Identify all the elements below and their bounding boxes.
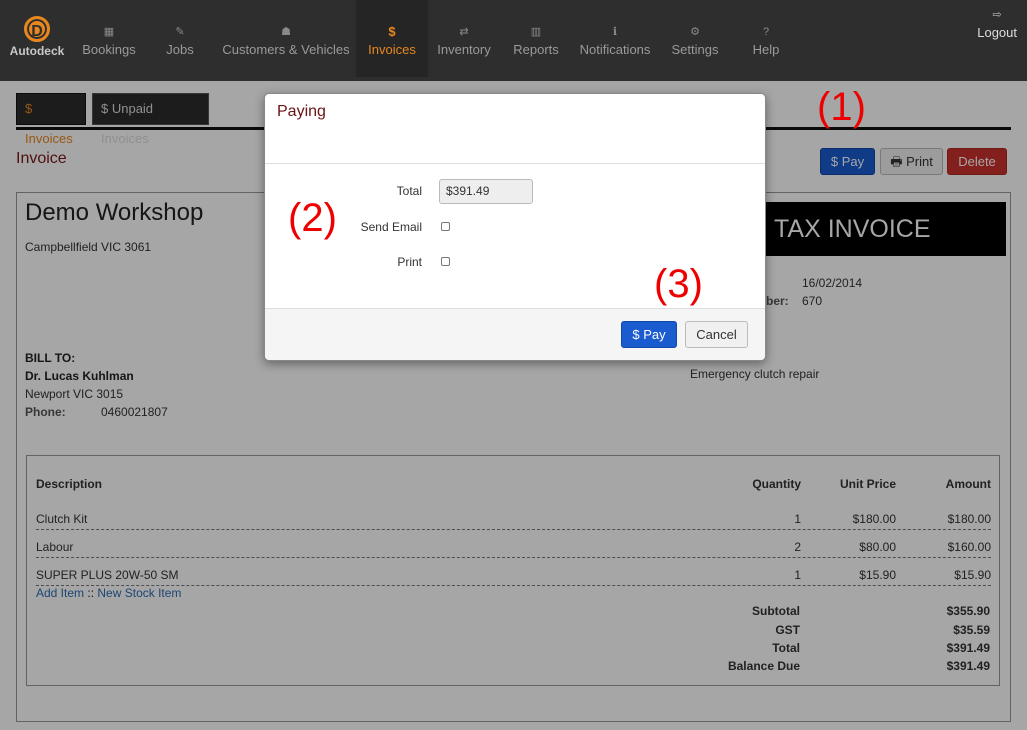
modal-cancel-button[interactable]: Cancel	[685, 321, 748, 348]
modal-pay-button[interactable]: $ Pay	[621, 321, 677, 348]
print-checkbox[interactable]	[441, 257, 450, 266]
nav-invoices[interactable]: $ Invoices	[356, 0, 428, 77]
nav-bookings-label: Bookings	[82, 42, 136, 57]
annotation-1: (1)	[817, 85, 866, 129]
nav-notifications[interactable]: ℹ Notifications	[574, 0, 656, 77]
nav-jobs[interactable]: ✎ Jobs	[150, 0, 210, 77]
nav-settings-label: Settings	[671, 42, 719, 57]
sign-out-icon: ⇨	[992, 9, 1002, 21]
wrench-icon: ✎	[175, 26, 185, 38]
autodeck-logo-icon: D	[24, 16, 50, 42]
nav-reports[interactable]: ▥ Reports	[506, 0, 566, 77]
dollar-icon: $	[388, 24, 396, 39]
logout-label: Logout	[977, 25, 1017, 40]
nav-notifications-label: Notifications	[579, 42, 651, 57]
users-icon: ☗	[281, 26, 291, 38]
print-option-label: Print	[397, 255, 422, 269]
paying-modal: Paying Total $391.49 Send Email Print $ …	[264, 93, 766, 361]
nav-invoices-label: Invoices	[368, 42, 416, 57]
modal-header-divider	[265, 163, 765, 164]
modal-title: Paying	[277, 103, 326, 120]
brand-logo[interactable]: D Autodeck	[6, 16, 68, 58]
bar-chart-icon: ▥	[530, 26, 542, 38]
gears-icon: ⚙	[690, 26, 700, 38]
logout-link[interactable]: ⇨ Logout	[977, 8, 1017, 40]
nav-reports-label: Reports	[513, 42, 559, 57]
send-email-checkbox[interactable]	[441, 222, 450, 231]
nav-customers-vehicles-label: Customers & Vehicles	[222, 42, 350, 57]
nav-bookings[interactable]: ▦ Bookings	[76, 0, 142, 77]
top-navbar: D Autodeck ▦ Bookings ✎ Jobs ☗ Customers…	[0, 0, 1027, 81]
annotation-2: (2)	[288, 196, 337, 240]
nav-settings[interactable]: ⚙ Settings	[664, 0, 726, 77]
nav-help[interactable]: ? Help	[740, 0, 792, 77]
modal-footer: $ Pay Cancel	[265, 308, 765, 360]
info-icon: ℹ	[612, 26, 618, 38]
calendar-icon: ▦	[103, 26, 115, 38]
brand-name: Autodeck	[9, 44, 65, 58]
nav-customers-vehicles[interactable]: ☗ Customers & Vehicles	[218, 0, 354, 77]
nav-jobs-label: Jobs	[166, 42, 194, 57]
exchange-icon: ⇄	[459, 26, 469, 38]
nav-inventory-label: Inventory	[437, 42, 491, 57]
nav-inventory[interactable]: ⇄ Inventory	[432, 0, 496, 77]
nav-help-label: Help	[752, 42, 780, 57]
question-icon: ?	[762, 26, 770, 38]
annotation-3: (3)	[654, 262, 703, 306]
total-field[interactable]: $391.49	[439, 179, 533, 204]
